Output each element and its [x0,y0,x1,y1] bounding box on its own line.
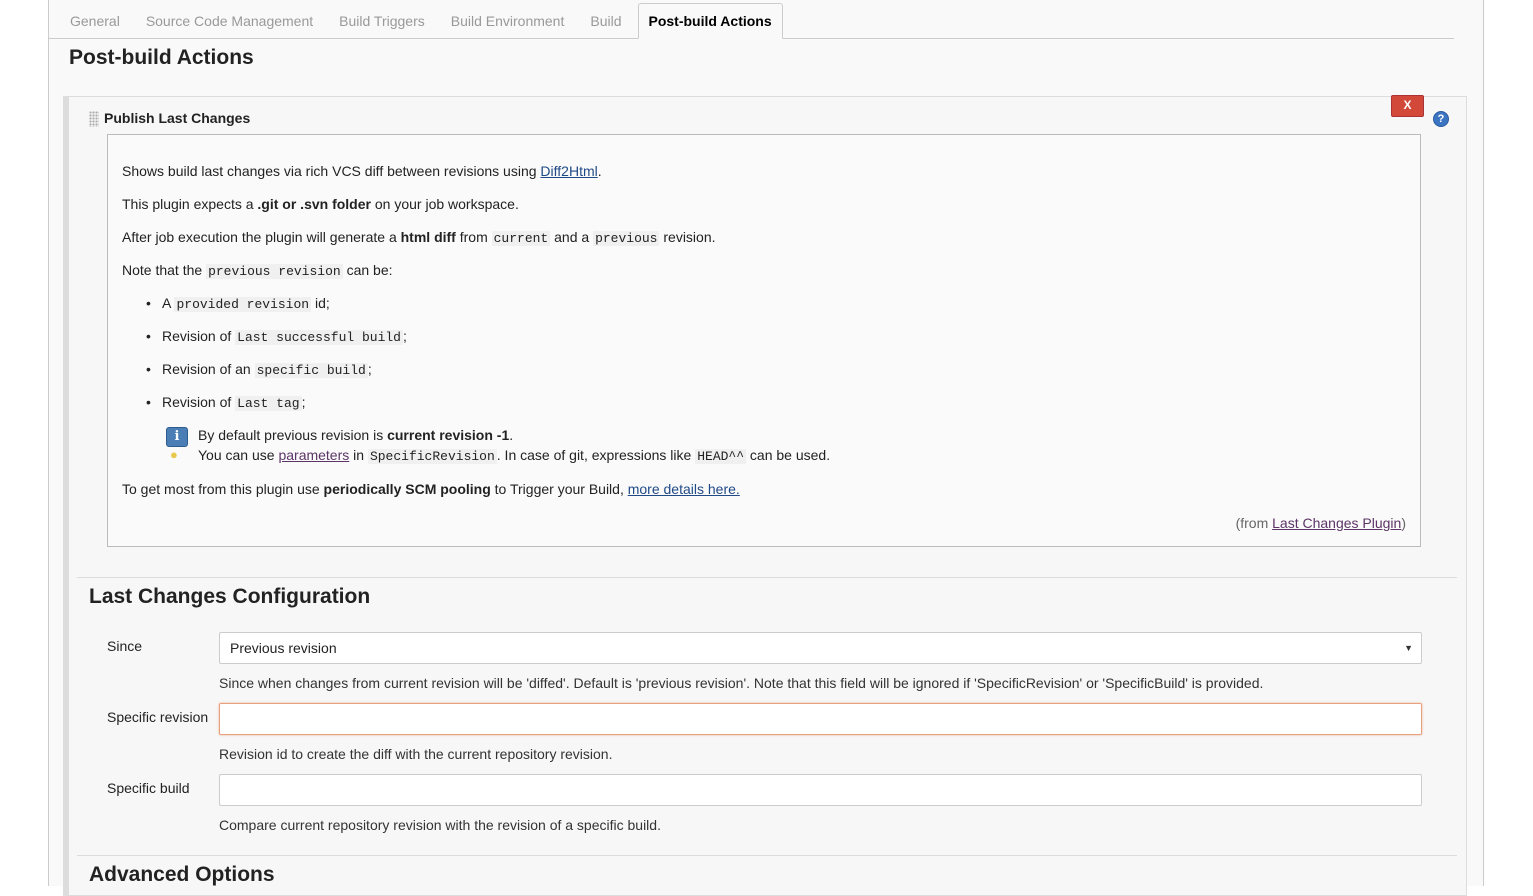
help-text: in [349,447,368,463]
since-select[interactable]: Previous revision ▼ [219,632,1422,664]
note-default-revision: By default previous revision is current … [198,427,513,443]
help-text: To get most from this plugin use [122,481,324,497]
help-text: can be used. [746,447,831,463]
note-parameters: You can use parameters in SpecificRevisi… [198,447,830,464]
help-text: id; [311,295,330,311]
divider [77,577,1457,578]
help-text: (from [1235,515,1273,531]
help-text: ; [367,361,372,377]
help-bold: .git or .svn folder [257,196,371,212]
config-frame: General Source Code Management Build Tri… [48,0,1484,896]
last-changes-plugin-link[interactable]: Last Changes Plugin [1272,515,1401,531]
since-label: Since [107,638,143,654]
help-icon[interactable]: ? [1433,111,1449,127]
since-description: Since when changes from current revision… [219,675,1264,691]
specific-revision-input[interactable] [219,703,1422,735]
help-code: Last successful build [235,330,403,345]
tab-bar: General Source Code Management Build Tri… [49,0,1454,39]
parameters-link[interactable]: parameters [278,447,349,463]
help-text: . [509,427,514,443]
list-item: A provided revision id; [146,295,330,312]
help-bold: current revision -1 [387,427,510,443]
delete-button[interactable]: X [1391,95,1424,117]
config-title: Last Changes Configuration [89,585,371,608]
help-text: This plugin expects a [122,196,258,212]
tab-general[interactable]: General [60,2,130,38]
help-text: Revision of [162,394,236,410]
info-icon: i [166,427,188,447]
help-code: current [491,231,551,246]
help-text: Revision of [162,328,236,344]
help-text: A [162,295,175,311]
more-details-link[interactable]: more details here. [628,481,740,497]
list-item: Revision of Last successful build; [146,328,407,345]
help-text: You can use [198,447,279,463]
help-paragraph-1: Shows build last changes via rich VCS di… [122,163,602,179]
help-paragraph-3: After job execution the plugin will gene… [122,229,716,246]
tab-build-environment[interactable]: Build Environment [441,2,575,38]
help-text: can be: [342,262,393,278]
help-text: Note that the [122,262,207,278]
tab-build-triggers[interactable]: Build Triggers [329,2,435,38]
help-text: ) [1401,515,1406,531]
specific-build-description: Compare current repository revision with… [219,817,661,833]
diff2html-link[interactable]: Diff2Html [540,163,597,179]
from-plugin: (from Last Changes Plugin) [1236,515,1406,531]
help-bold: html diff [400,229,456,245]
help-text: ; [301,394,306,410]
help-text: Shows build last changes via rich VCS di… [122,163,541,179]
publish-last-changes-block: Publish Last Changes X ? Shows build las… [63,95,1467,896]
help-code: previous [593,231,660,246]
specific-build-label: Specific build [107,780,190,796]
help-paragraph-4: Note that the previous revision can be: [122,262,393,279]
help-text: on your job workspace. [370,196,519,212]
drag-handle[interactable] [89,111,99,127]
tab-source-code-management[interactable]: Source Code Management [136,2,323,38]
specific-revision-label: Specific revision [107,709,209,725]
help-code: specific build [254,363,368,378]
help-paragraph-2: This plugin expects a .git or .svn folde… [122,196,519,212]
advanced-options-title: Advanced Options [89,863,275,886]
help-code: previous revision [206,264,343,279]
help-text: from [455,229,492,245]
help-text: revision. [659,229,716,245]
list-item: Revision of Last tag; [146,394,306,411]
help-text: After job execution the plugin will gene… [122,229,401,245]
help-text: . In case of git, expressions like [496,447,696,463]
divider [77,855,1457,856]
specific-build-input[interactable] [219,774,1422,806]
help-code: Last tag [235,396,302,411]
block-title: Publish Last Changes [104,110,251,126]
help-paragraph-5: To get most from this plugin use periodi… [122,481,740,497]
tab-build[interactable]: Build [580,2,631,38]
list-item: Revision of an specific build; [146,361,372,378]
help-text: Revision of an [162,361,255,377]
help-text: to Trigger your Build, [490,481,628,497]
tab-post-build-actions[interactable]: Post-build Actions [637,3,783,39]
help-code: SpecificRevision [367,449,497,464]
help-text: and a [550,229,594,245]
help-code: provided revision [174,297,312,312]
help-text: By default previous revision is [198,427,388,443]
specific-revision-description: Revision id to create the diff with the … [219,746,613,762]
chevron-down-icon: ▼ [1404,643,1413,653]
help-text: ; [402,328,407,344]
help-box: Shows build last changes via rich VCS di… [107,134,1421,547]
help-code: HEAD^^ [695,449,747,464]
since-value: Previous revision [230,640,337,656]
section-title: Post-build Actions [69,46,254,69]
help-bold: periodically SCM pooling [323,481,491,497]
help-text: . [597,163,602,179]
lightbulb-icon: ● [170,447,178,462]
